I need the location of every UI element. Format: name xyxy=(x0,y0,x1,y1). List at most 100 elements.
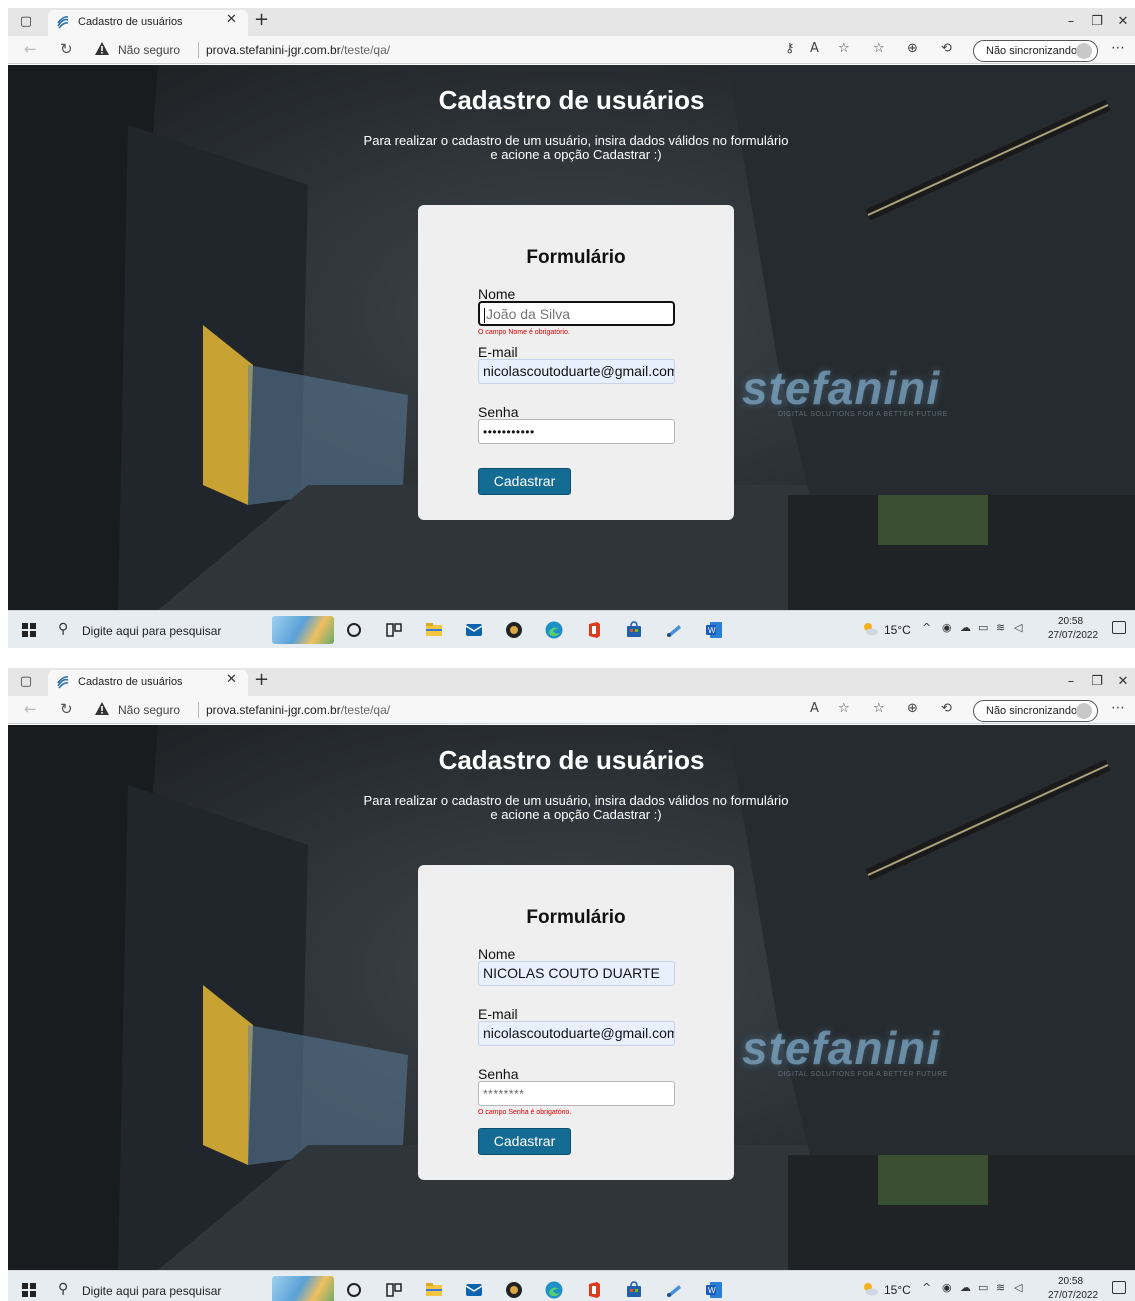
battery-icon[interactable]: ▭ xyxy=(978,621,988,634)
sync-label: Não sincronizando xyxy=(986,45,1078,57)
cortana-icon[interactable] xyxy=(344,1280,364,1300)
back-icon[interactable]: ← xyxy=(24,40,37,58)
show-hidden-icons-icon[interactable]: ^ xyxy=(922,621,931,634)
submit-button[interactable]: Cadastrar xyxy=(478,1128,571,1155)
new-tab-icon[interactable]: + xyxy=(254,669,269,690)
name-input[interactable]: NICOLAS COUTO DUARTE xyxy=(478,961,675,986)
battery-icon[interactable]: ▭ xyxy=(978,1281,988,1294)
clock-date[interactable]: 27/07/2022 xyxy=(1048,630,1098,641)
page-body: stefanini DIGITAL SOLUTIONS FOR A BETTER… xyxy=(8,65,1135,610)
temperature-label[interactable]: 15°C xyxy=(884,623,911,637)
word-icon[interactable]: W xyxy=(704,620,724,640)
new-tab-icon[interactable]: + xyxy=(254,9,269,30)
windows-start-icon[interactable] xyxy=(22,1283,36,1297)
history-icon[interactable]: ⟲ xyxy=(941,701,952,716)
read-aloud-icon[interactable]: A xyxy=(810,41,819,56)
show-hidden-icons-icon[interactable]: ^ xyxy=(922,1281,931,1294)
temperature-label[interactable]: 15°C xyxy=(884,1283,911,1297)
store-icon[interactable] xyxy=(624,1280,644,1300)
tab-close-icon[interactable]: ✕ xyxy=(226,12,237,27)
mail-icon[interactable] xyxy=(464,1280,484,1300)
password-input[interactable]: ******** xyxy=(478,1081,675,1106)
weather-icon[interactable] xyxy=(861,1281,879,1297)
password-input[interactable]: ••••••••••• xyxy=(478,419,675,444)
close-window-icon[interactable]: ✕ xyxy=(1113,672,1133,692)
more-options-icon[interactable]: ⋯ xyxy=(1111,700,1125,716)
windows-start-icon[interactable] xyxy=(22,623,36,637)
task-view-icon[interactable] xyxy=(384,620,404,640)
page-title: Cadastro de usuários xyxy=(438,85,705,115)
url-text[interactable]: prova.stefanini-jgr.com.br/teste/qa/ xyxy=(206,703,390,717)
news-widget-icon[interactable] xyxy=(272,616,334,644)
email-input[interactable]: nicolascoutoduarte@gmail.com xyxy=(478,1021,675,1046)
office-icon[interactable] xyxy=(584,1280,604,1300)
submit-button[interactable]: Cadastrar xyxy=(478,468,571,495)
tab-actions-icon[interactable]: ▢ xyxy=(16,12,36,32)
browser-tab[interactable]: Cadastro de usuários ✕ xyxy=(48,670,248,696)
profile-sync-button[interactable]: Não sincronizando xyxy=(973,700,1098,722)
mail-icon[interactable] xyxy=(464,620,484,640)
edge-browser-icon[interactable] xyxy=(544,1280,564,1300)
taskbar-search[interactable]: ⚲ Digite aqui para pesquisar xyxy=(48,615,258,645)
minimize-icon[interactable]: – xyxy=(1061,672,1081,692)
media-app-icon[interactable] xyxy=(504,620,524,640)
warning-icon[interactable] xyxy=(94,41,110,57)
more-options-icon[interactable]: ⋯ xyxy=(1111,40,1125,56)
onedrive-icon[interactable]: ☁ xyxy=(960,1281,971,1294)
notifications-icon[interactable] xyxy=(1112,621,1126,634)
minimize-icon[interactable]: – xyxy=(1061,12,1081,32)
refresh-icon[interactable]: ↻ xyxy=(60,700,73,718)
taskbar-search[interactable]: ⚲ Digite aqui para pesquisar xyxy=(48,1275,258,1301)
collections-icon[interactable]: ⊕ xyxy=(907,701,918,716)
snipping-tool-icon[interactable] xyxy=(664,620,684,640)
favorites-icon[interactable]: ☆ xyxy=(873,701,885,716)
add-favorite-icon[interactable]: ☆ xyxy=(838,701,850,716)
snipping-tool-icon[interactable] xyxy=(664,1280,684,1300)
not-secure-label[interactable]: Não seguro xyxy=(118,43,180,57)
favorites-icon[interactable]: ☆ xyxy=(873,41,885,56)
onedrive-icon[interactable]: ☁ xyxy=(960,621,971,634)
password-key-icon[interactable]: ⚷ xyxy=(785,41,795,56)
url-text[interactable]: prova.stefanini-jgr.com.br/teste/qa/ xyxy=(206,43,390,57)
collections-icon[interactable]: ⊕ xyxy=(907,41,918,56)
add-favorite-icon[interactable]: ☆ xyxy=(838,41,850,56)
volume-icon[interactable]: ◁ xyxy=(1014,621,1022,634)
clock-time[interactable]: 20:58 xyxy=(1058,1276,1083,1287)
not-secure-label[interactable]: Não seguro xyxy=(118,703,180,717)
email-input[interactable]: nicolascoutoduarte@gmail.com xyxy=(478,359,675,384)
file-explorer-icon[interactable] xyxy=(424,620,444,640)
tab-actions-icon[interactable]: ▢ xyxy=(16,672,36,692)
clock-time[interactable]: 20:58 xyxy=(1058,616,1083,627)
read-aloud-icon[interactable]: A xyxy=(810,701,819,716)
media-app-icon[interactable] xyxy=(504,1280,524,1300)
notifications-icon[interactable] xyxy=(1112,1281,1126,1294)
weather-icon[interactable] xyxy=(861,621,879,637)
profile-sync-button[interactable]: Não sincronizando xyxy=(973,40,1098,62)
back-icon[interactable]: ← xyxy=(24,700,37,718)
name-input[interactable]: João da Silva xyxy=(478,301,675,326)
volume-icon[interactable]: ◁ xyxy=(1014,1281,1022,1294)
wifi-icon[interactable]: ≋ xyxy=(996,1281,1005,1294)
tab-close-icon[interactable]: ✕ xyxy=(226,672,237,687)
stefanini-background-logo: stefanini xyxy=(742,1022,941,1074)
wifi-icon[interactable]: ≋ xyxy=(996,621,1005,634)
history-icon[interactable]: ⟲ xyxy=(941,41,952,56)
browser-screenshot-1: ▢ Cadastro de usuários ✕ + – ❐ ✕ ← ↻ Não… xyxy=(8,8,1135,648)
meet-now-icon[interactable]: ◉ xyxy=(942,621,952,634)
clock-date[interactable]: 27/07/2022 xyxy=(1048,1290,1098,1301)
refresh-icon[interactable]: ↻ xyxy=(60,40,73,58)
store-icon[interactable] xyxy=(624,620,644,640)
office-icon[interactable] xyxy=(584,620,604,640)
close-window-icon[interactable]: ✕ xyxy=(1113,12,1133,32)
word-icon[interactable]: W xyxy=(704,1280,724,1300)
cortana-icon[interactable] xyxy=(344,620,364,640)
meet-now-icon[interactable]: ◉ xyxy=(942,1281,952,1294)
task-view-icon[interactable] xyxy=(384,1280,404,1300)
restore-icon[interactable]: ❐ xyxy=(1087,12,1107,32)
warning-icon[interactable] xyxy=(94,701,110,717)
edge-browser-icon[interactable] xyxy=(544,620,564,640)
restore-icon[interactable]: ❐ xyxy=(1087,672,1107,692)
news-widget-icon[interactable] xyxy=(272,1276,334,1301)
file-explorer-icon[interactable] xyxy=(424,1280,444,1300)
browser-tab[interactable]: Cadastro de usuários ✕ xyxy=(48,10,248,36)
